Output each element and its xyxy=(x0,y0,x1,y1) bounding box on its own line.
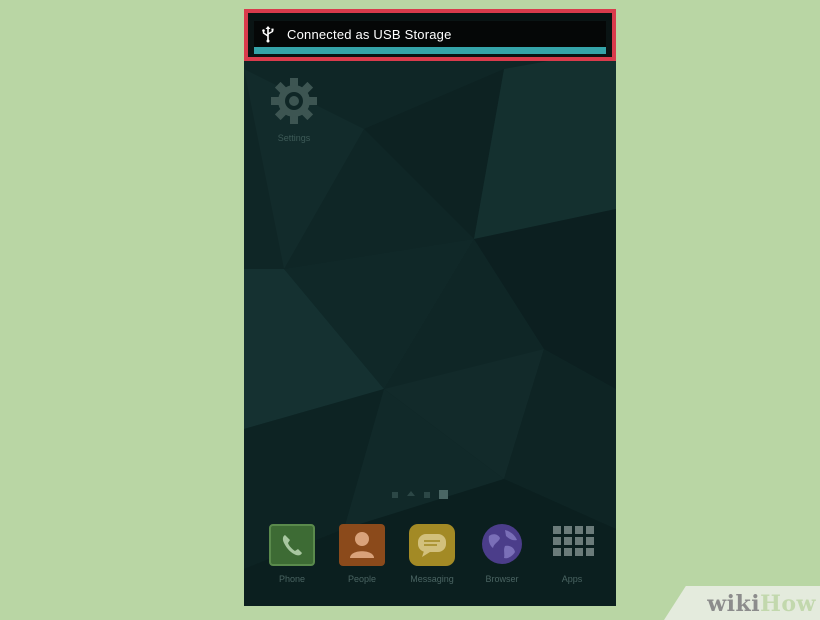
dock-people[interactable]: People xyxy=(332,524,392,584)
dock-browser[interactable]: Browser xyxy=(472,524,532,584)
browser-label: Browser xyxy=(485,574,519,584)
phone-icon xyxy=(269,524,315,566)
dock-messaging[interactable]: Messaging xyxy=(402,524,462,584)
messaging-icon xyxy=(409,524,455,566)
dock-phone[interactable]: Phone xyxy=(262,524,322,584)
apps-grid-icon xyxy=(549,524,595,566)
watermark-text: wikiHow xyxy=(707,591,816,617)
active-page-dot[interactable] xyxy=(439,490,448,499)
notification-text: Connected as USB Storage xyxy=(287,26,452,42)
people-label: People xyxy=(347,574,377,584)
home-page-dot[interactable] xyxy=(407,491,415,498)
phone-screen: Connected as USB Storage Settings Phone … xyxy=(244,9,616,606)
page-dot[interactable] xyxy=(424,491,430,498)
settings-app[interactable]: Settings xyxy=(264,75,324,143)
usb-notification[interactable]: Connected as USB Storage xyxy=(254,21,606,47)
app-dock: Phone People Messaging Browser Apps xyxy=(262,524,602,584)
people-icon xyxy=(339,524,385,566)
globe-icon xyxy=(479,524,525,566)
dock-apps[interactable]: Apps xyxy=(542,524,602,584)
messaging-label: Messaging xyxy=(410,574,454,584)
watermark-how: How xyxy=(760,591,816,617)
watermark-wiki: wiki xyxy=(707,591,761,617)
notification-highlight: Connected as USB Storage xyxy=(244,9,616,61)
page-dot[interactable] xyxy=(392,491,398,498)
usb-icon xyxy=(262,26,274,43)
settings-label: Settings xyxy=(277,133,311,143)
apps-label: Apps xyxy=(561,574,583,584)
page-indicator xyxy=(392,490,448,499)
notification-stripe xyxy=(254,47,606,54)
phone-label: Phone xyxy=(278,574,306,584)
wikihow-watermark: wikiHow xyxy=(664,586,820,620)
gear-icon xyxy=(271,78,317,124)
